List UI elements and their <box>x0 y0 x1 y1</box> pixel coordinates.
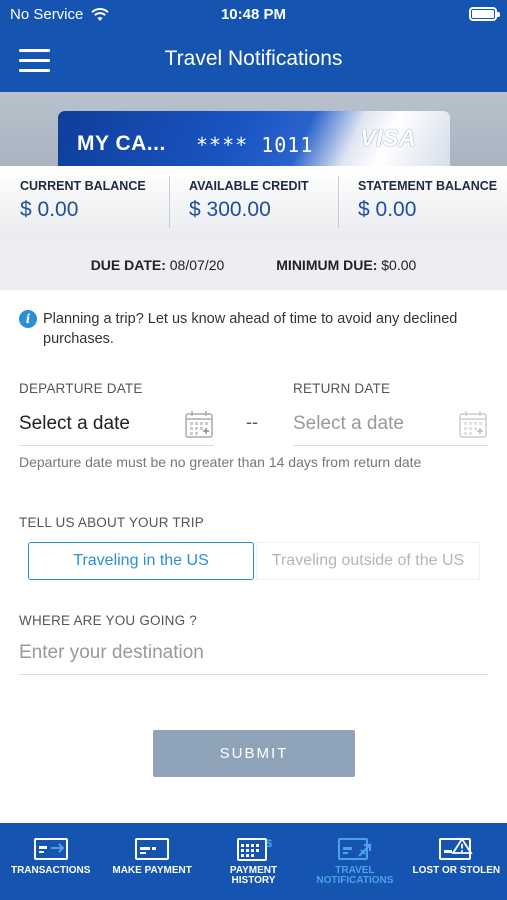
destination-label: WHERE ARE YOU GOING ? <box>19 613 197 628</box>
bottom-nav: TRANSACTIONS MAKE PAYMENT $ PAYMENT HIST… <box>0 823 507 900</box>
page-title: Travel Notifications <box>164 47 343 70</box>
due-date: DUE DATE: 08/07/20 <box>91 257 225 273</box>
return-date-field[interactable]: Select a date <box>293 402 488 446</box>
balance-label: AVAILABLE CREDIT <box>189 179 309 193</box>
balance-value: $ 0.00 <box>358 198 417 221</box>
date-separator: -- <box>246 412 258 432</box>
due-date-label: DUE DATE: <box>90 257 166 273</box>
top-bar: No Service 10:48 PM Travel Notifications <box>0 0 507 92</box>
info-text: Planning a trip? Let us know ahead of ti… <box>43 311 458 347</box>
due-date-value: 08/07/20 <box>169 257 225 273</box>
nav-make-payment[interactable]: MAKE PAYMENT <box>101 823 202 900</box>
nav-label: TRAVEL NOTIFICATIONS <box>316 865 394 886</box>
card-icon <box>135 838 170 860</box>
return-date-value: Select a date <box>293 412 404 434</box>
minimum-due-label: MINIMUM DUE: <box>276 257 378 273</box>
svg-text:$: $ <box>266 838 272 850</box>
balances-panel: CURRENT BALANCE $ 0.00 AVAILABLE CREDIT … <box>0 166 507 240</box>
trip-label: TELL US ABOUT YOUR TRIP <box>19 515 204 530</box>
departure-date-field[interactable]: Select a date <box>19 402 214 446</box>
nav-label: MAKE PAYMENT <box>112 865 192 876</box>
travel-card-icon <box>337 838 372 860</box>
departure-date-value: Select a date <box>19 412 130 434</box>
nav-label: TRANSACTIONS <box>10 865 91 876</box>
transactions-icon <box>33 838 68 860</box>
statement-balance: STATEMENT BALANCE $ 0.00 <box>338 166 507 240</box>
departure-date-label: DEPARTURE DATE <box>19 381 143 396</box>
destination-input[interactable] <box>19 632 488 675</box>
date-hint: Departure date must be no greater than 1… <box>19 454 422 470</box>
nav-payment-history[interactable]: $ PAYMENT HISTORY <box>203 823 304 900</box>
card-name: MY CA... <box>77 132 166 155</box>
nav-lost-or-stolen[interactable]: LOST OR STOLEN <box>406 823 507 900</box>
calendar-icon[interactable] <box>458 409 488 439</box>
status-bar: No Service 10:48 PM <box>0 0 507 28</box>
balance-value: $ 0.00 <box>20 198 79 221</box>
calendar-dollar-icon: $ <box>236 838 272 861</box>
nav-label: LOST OR STOLEN <box>412 865 501 876</box>
balance-label: STATEMENT BALANCE <box>358 179 498 193</box>
nav-transactions[interactable]: TRANSACTIONS <box>0 823 101 900</box>
card-number: **** 1011 <box>196 133 314 157</box>
trip-option-us[interactable]: Traveling in the US <box>28 542 254 580</box>
calendar-icon[interactable] <box>184 409 214 439</box>
current-balance: CURRENT BALANCE $ 0.00 <box>0 166 169 240</box>
info-icon: i <box>19 310 37 328</box>
minimum-due: MINIMUM DUE: $0.00 <box>276 257 416 273</box>
minimum-due-value: $0.00 <box>381 257 417 273</box>
warning-card-icon <box>439 837 473 860</box>
nav-label: PAYMENT HISTORY <box>229 865 278 886</box>
nav-travel-notifications[interactable]: TRAVEL NOTIFICATIONS <box>304 823 405 900</box>
return-date-label: RETURN DATE <box>293 381 391 396</box>
card-area: MY CA... **** 1011 VISA <box>0 92 507 166</box>
info-message: i Planning a trip? Let us know ahead of … <box>19 309 479 349</box>
due-row: DUE DATE: 08/07/20 MINIMUM DUE: $0.00 <box>0 240 507 290</box>
submit-button[interactable]: SUBMIT <box>153 730 355 777</box>
balance-label: CURRENT BALANCE <box>20 179 146 193</box>
balance-value: $ 300.00 <box>189 198 271 221</box>
battery-icon <box>469 7 500 21</box>
status-time: 10:48 PM <box>220 6 287 23</box>
visa-logo: VISA <box>359 125 416 152</box>
trip-option-outside-us[interactable]: Traveling outside of the US <box>256 542 480 580</box>
available-credit: AVAILABLE CREDIT $ 300.00 <box>169 166 338 240</box>
credit-card-image[interactable]: MY CA... **** 1011 VISA <box>58 111 450 166</box>
